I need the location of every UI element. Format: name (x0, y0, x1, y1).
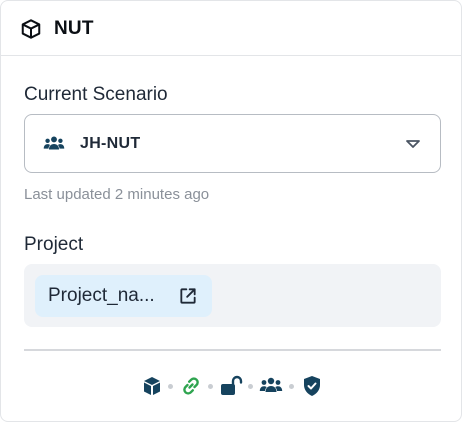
project-container: Project_na... (24, 264, 441, 327)
shield-check-icon (300, 374, 324, 398)
chevron-down-icon (405, 137, 421, 151)
external-link-icon (178, 286, 198, 306)
separator-dot (289, 384, 294, 389)
cube-icon (20, 18, 42, 40)
panel-title: NUT (54, 18, 94, 39)
link-icon (179, 374, 203, 398)
status-icon-row (1, 374, 462, 398)
separator-dot (248, 384, 253, 389)
scenario-select-value: JH-NUT (80, 135, 141, 152)
scenario-select[interactable]: JH-NUT (24, 114, 441, 173)
current-scenario-label: Current Scenario (24, 84, 168, 105)
last-updated-text: Last updated 2 minutes ago (24, 186, 210, 203)
scenario-panel: NUT Current Scenario JH-NUT Last updated… (0, 0, 462, 422)
project-label: Project (24, 234, 84, 255)
panel-header: NUT (1, 1, 461, 56)
users-icon (259, 374, 283, 398)
project-link[interactable]: Project_na... (35, 275, 212, 317)
unlock-icon (219, 374, 243, 398)
divider (24, 349, 441, 351)
cube-icon (140, 374, 164, 398)
project-name: Project_na... (48, 285, 155, 306)
users-icon (43, 133, 65, 155)
separator-dot (208, 384, 213, 389)
separator-dot (168, 384, 173, 389)
